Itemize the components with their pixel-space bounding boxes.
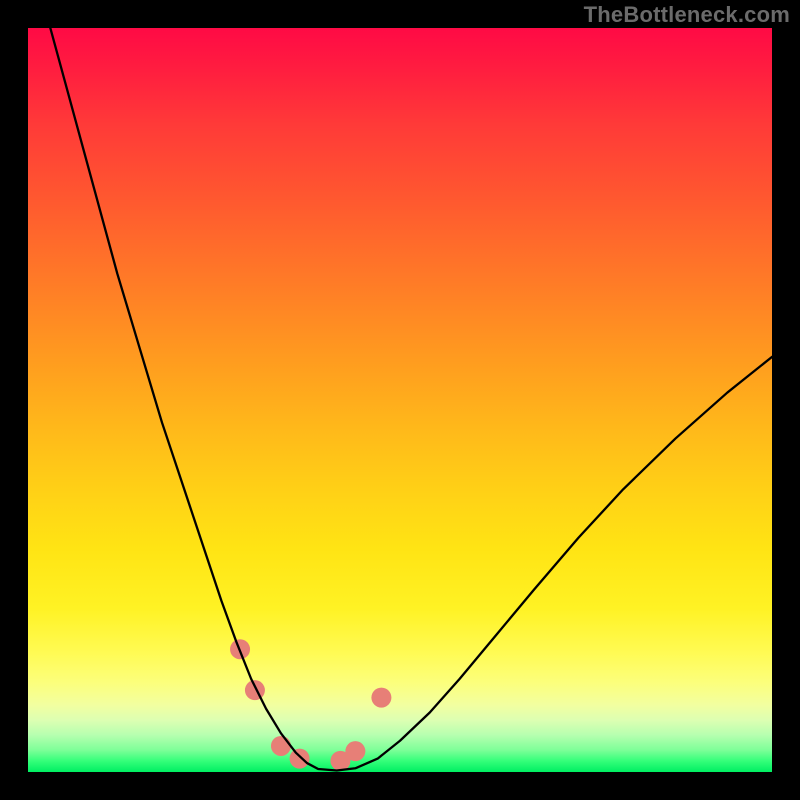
marker-right-base-b [345,741,365,761]
marker-left-marker-lower [245,680,265,700]
marker-left-base-b [290,749,310,769]
attribution-text: TheBottleneck.com [584,2,790,28]
curve-layer [28,28,772,772]
markers-group [230,639,391,771]
marker-right-marker [371,688,391,708]
plot-area [28,28,772,772]
bottleneck-curve [50,28,772,771]
chart-frame: TheBottleneck.com [0,0,800,800]
marker-left-base-a [271,736,291,756]
